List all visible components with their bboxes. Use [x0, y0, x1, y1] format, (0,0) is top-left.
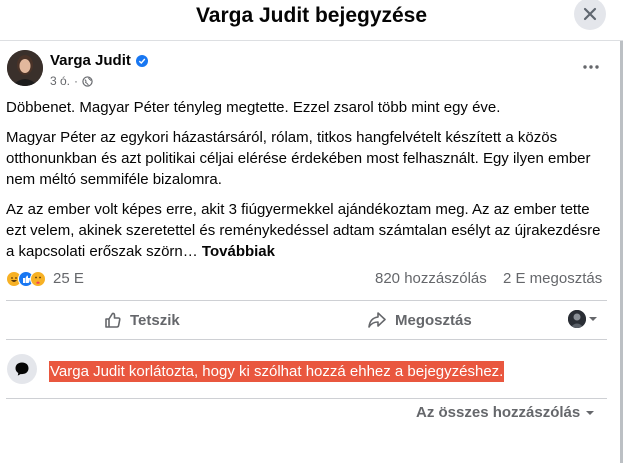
- like-button[interactable]: Tetszik: [104, 308, 180, 332]
- like-label: Tetszik: [130, 311, 180, 329]
- profile-switcher[interactable]: [568, 310, 598, 328]
- divider: [6, 398, 607, 399]
- post-paragraph: Magyar Péter az egykori házastársáról, r…: [6, 129, 591, 188]
- chevron-down-icon: [586, 410, 595, 415]
- author-name[interactable]: Varga Judit: [50, 52, 131, 69]
- comment-count[interactable]: 820 hozzászólás: [375, 270, 487, 287]
- divider: [6, 300, 607, 301]
- close-icon: [583, 7, 597, 21]
- avatar-photo: [7, 50, 43, 86]
- care-reaction-icon: [30, 270, 46, 287]
- share-count[interactable]: 2 E megosztás: [503, 270, 602, 287]
- post-stats: 25 E 820 hozzászólás 2 E megosztás: [6, 270, 607, 290]
- more-dots-icon: [583, 65, 599, 69]
- meta-separator: ·: [74, 74, 79, 88]
- share-arrow-icon: [368, 312, 386, 328]
- thumbs-up-icon: [105, 312, 121, 328]
- chevron-down-icon: [589, 317, 597, 321]
- post-body: Döbbenet. Magyar Péter tényleg megtette.…: [6, 97, 611, 271]
- profile-avatar: [568, 310, 586, 328]
- share-button[interactable]: Megosztás: [367, 308, 472, 332]
- comment-restriction-notice: Varga Judit korlátozta, hogy ki szólhat …: [49, 361, 505, 382]
- share-label: Megosztás: [395, 311, 472, 329]
- post-paragraph: Az az ember volt képes erre, akit 3 fiúg…: [6, 199, 611, 262]
- comments-filter-dropdown[interactable]: Az összes hozzászólás: [416, 404, 595, 421]
- author-avatar[interactable]: [7, 50, 43, 86]
- dialog-header: Varga Judit bejegyzése: [0, 0, 623, 41]
- divider: [6, 339, 607, 340]
- reaction-count: 25 E: [53, 270, 84, 287]
- post-meta: 3 ó. ·: [50, 74, 93, 88]
- dialog-title: Varga Judit bejegyzése: [195, 4, 428, 27]
- post-paragraph-text: Az az ember volt képes erre, akit 3 fiúg…: [6, 201, 601, 260]
- more-options-button[interactable]: [578, 57, 604, 77]
- comments-filter-label: Az összes hozzászólás: [416, 404, 581, 421]
- reactions-summary[interactable]: 25 E: [6, 270, 84, 287]
- see-more-link[interactable]: Továbbiak: [202, 243, 275, 260]
- post-time[interactable]: 3 ó.: [50, 74, 70, 88]
- verified-badge-icon: [135, 54, 148, 67]
- comment-restricted-icon: [7, 354, 37, 384]
- post-paragraph: Döbbenet. Magyar Péter tényleg megtette.…: [6, 99, 501, 116]
- globe-icon: [82, 75, 93, 87]
- post-author[interactable]: Varga Judit: [50, 52, 148, 69]
